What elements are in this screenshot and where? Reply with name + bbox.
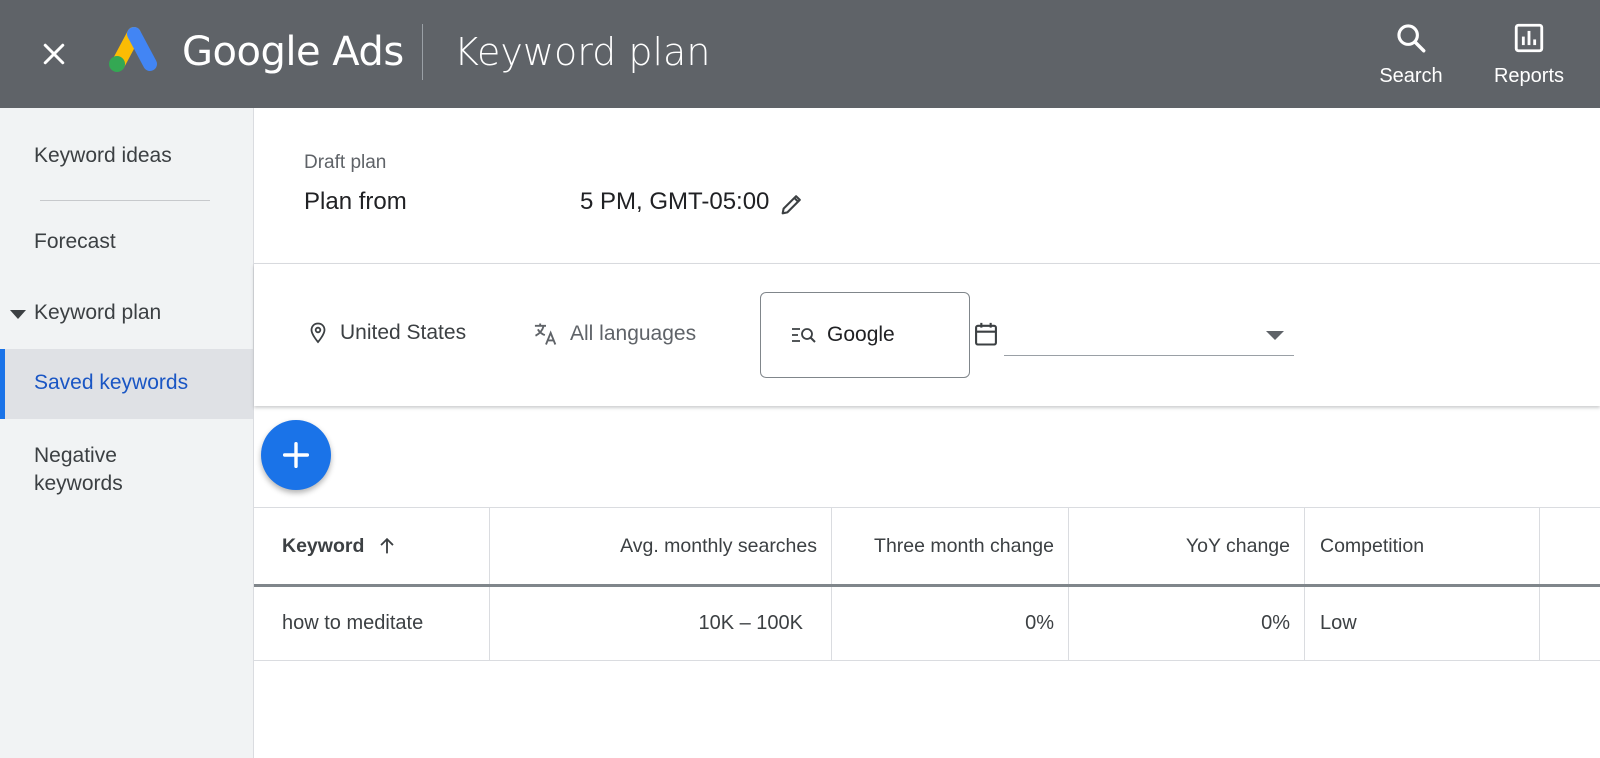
cell-three-month-change: 0% bbox=[832, 587, 1069, 660]
location-pin-icon bbox=[310, 322, 326, 344]
search-button[interactable]: Search bbox=[1370, 6, 1452, 102]
cell-keyword: how to meditate bbox=[254, 587, 490, 660]
date-range-select[interactable] bbox=[1004, 316, 1294, 356]
chevron-down-icon bbox=[1266, 331, 1284, 340]
search-list-icon bbox=[792, 328, 816, 343]
sidebar-item-keyword-ideas[interactable]: Keyword ideas bbox=[0, 144, 253, 174]
sidebar-item-label: Keyword plan bbox=[34, 301, 162, 324]
close-icon bbox=[43, 43, 65, 65]
calendar-icon bbox=[975, 322, 997, 346]
column-header-more[interactable] bbox=[1540, 508, 1600, 584]
reports-button-label: Reports bbox=[1493, 64, 1565, 87]
sidebar: Keyword ideas Forecast Keyword plan Save… bbox=[0, 108, 254, 758]
cell-competition: Low bbox=[1305, 587, 1540, 660]
translate-icon bbox=[534, 323, 557, 345]
location-value: United States bbox=[340, 321, 467, 344]
active-indicator bbox=[0, 349, 5, 419]
filter-bar: United States All languages Google bbox=[254, 264, 1600, 406]
google-ads-logo-icon bbox=[109, 27, 157, 72]
language-filter[interactable]: All languages bbox=[532, 320, 696, 348]
sidebar-item-negative-keywords[interactable]: Negative keywords bbox=[0, 442, 253, 502]
plus-icon bbox=[282, 441, 310, 469]
cell-avg-monthly-searches: 10K – 100K bbox=[490, 587, 832, 660]
brand-name: Google Ads bbox=[182, 29, 404, 75]
sidebar-item-keyword-plan[interactable]: Keyword plan bbox=[0, 301, 253, 331]
page-title: Keyword plan bbox=[454, 30, 711, 74]
search-icon bbox=[1397, 23, 1426, 52]
brand-divider bbox=[422, 24, 423, 80]
add-keywords-button[interactable] bbox=[261, 420, 331, 490]
network-value: Google bbox=[827, 323, 895, 346]
sort-ascending-icon[interactable] bbox=[376, 535, 398, 557]
plan-time: 5 PM, GMT-05:00 bbox=[580, 188, 770, 215]
date-range-button[interactable] bbox=[972, 320, 1002, 350]
pencil-icon bbox=[781, 195, 801, 215]
sidebar-item-saved-keywords[interactable]: Saved keywords bbox=[0, 349, 253, 419]
cell-yoy-change: 0% bbox=[1069, 587, 1305, 660]
sidebar-item-label: Saved keywords bbox=[34, 371, 189, 394]
caret-down-icon bbox=[10, 310, 26, 319]
search-button-label: Search bbox=[1379, 64, 1443, 87]
column-header-yoy-change[interactable]: YoY change bbox=[1069, 508, 1305, 584]
reports-button[interactable]: Reports bbox=[1484, 6, 1574, 102]
sidebar-item-label: Forecast bbox=[34, 230, 116, 253]
reports-icon bbox=[1514, 23, 1544, 52]
plan-header: Draft plan Plan from 5 PM, GMT-05:00 bbox=[254, 108, 1600, 264]
plan-status: Draft plan bbox=[304, 152, 387, 173]
column-header-avg-monthly-searches[interactable]: Avg. monthly searches bbox=[490, 508, 832, 584]
close-button[interactable] bbox=[30, 30, 78, 78]
column-header-label: Keyword bbox=[282, 534, 365, 557]
sidebar-item-forecast[interactable]: Forecast bbox=[0, 230, 253, 260]
sidebar-item-label: Negative keywords bbox=[34, 444, 123, 495]
location-filter[interactable]: United States bbox=[306, 320, 466, 346]
column-header-keyword[interactable]: Keyword bbox=[254, 508, 490, 584]
column-header-competition[interactable]: Competition bbox=[1305, 508, 1540, 584]
table-row[interactable]: how to meditate 10K – 100K 0% 0% Low bbox=[254, 587, 1600, 661]
edit-plan-name-button[interactable] bbox=[778, 190, 806, 218]
table-header: Keyword Avg. monthly searches Three mont… bbox=[254, 507, 1600, 587]
sidebar-item-label: Keyword ideas bbox=[34, 144, 172, 167]
sidebar-divider bbox=[40, 200, 210, 201]
network-filter[interactable]: Google bbox=[760, 292, 970, 378]
language-value: All languages bbox=[570, 322, 697, 345]
cell-more bbox=[1540, 587, 1600, 660]
top-app-bar: Google Ads Keyword plan Search Reports bbox=[0, 0, 1600, 108]
plan-name: Plan from bbox=[304, 188, 407, 215]
column-header-three-month-change[interactable]: Three month change bbox=[832, 508, 1069, 584]
